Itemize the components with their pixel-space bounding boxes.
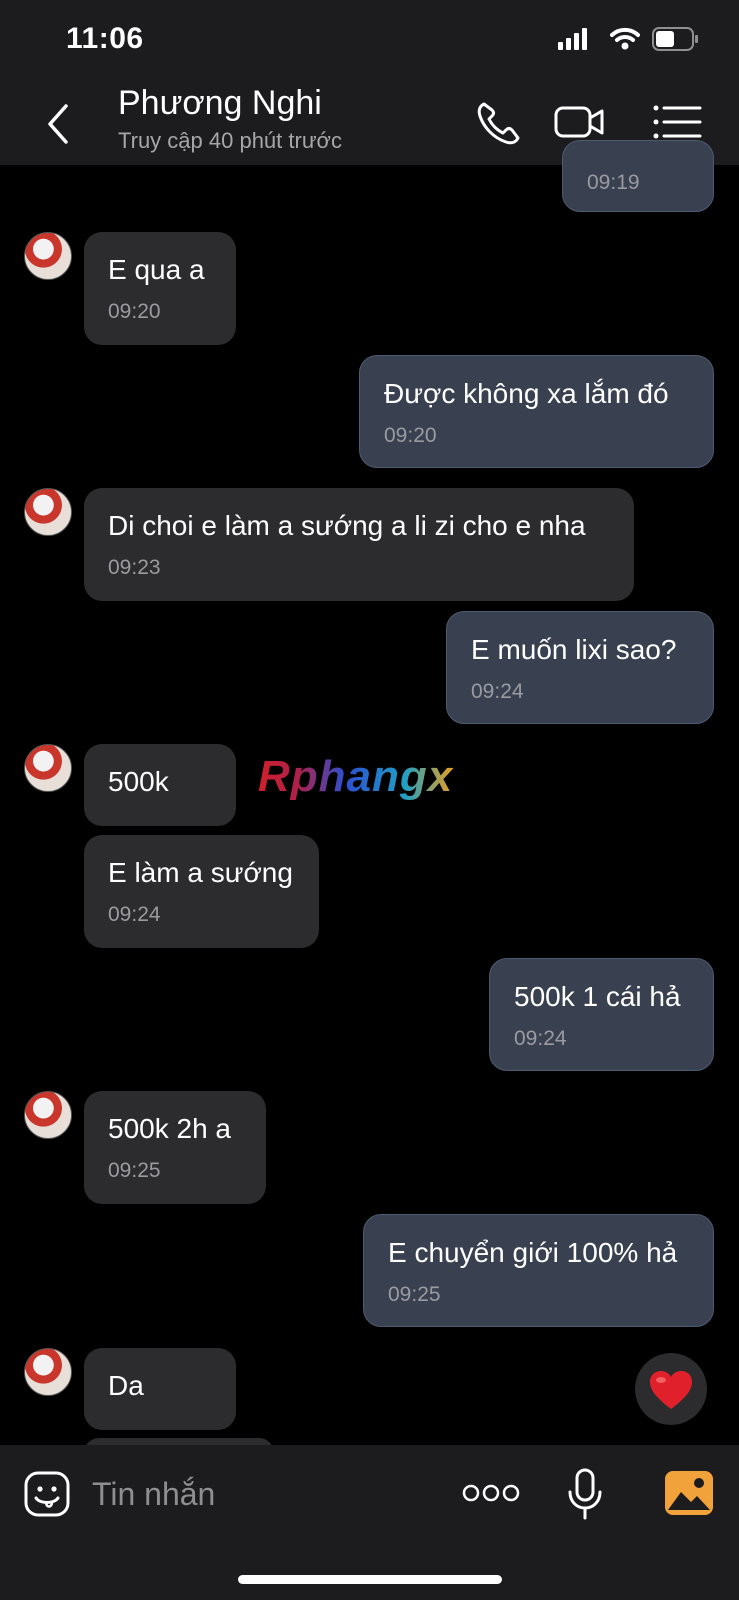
- contact-avatar[interactable]: [24, 232, 72, 280]
- battery-icon: [652, 27, 698, 51]
- message-text: 500k: [108, 766, 169, 797]
- contact-avatar[interactable]: [24, 744, 72, 792]
- contact-last-seen: Truy cập 40 phút trước: [118, 128, 342, 153]
- message-text: E làm a sướng: [108, 857, 293, 888]
- phone-call-icon[interactable]: [470, 96, 530, 148]
- status-time: 11:06: [66, 22, 144, 55]
- sticker-emoji-icon[interactable]: [24, 1471, 70, 1517]
- message-bubble[interactable]: 500k: [84, 744, 236, 826]
- message-text: E qua a: [108, 254, 205, 285]
- more-options-icon[interactable]: [462, 1482, 520, 1504]
- back-arrow-icon[interactable]: [40, 100, 80, 148]
- message-bubble[interactable]: Được không xa lắm đó 09:20: [359, 355, 714, 468]
- signal-icon: [558, 28, 587, 50]
- message-bubble[interactable]: Da: [84, 1348, 236, 1430]
- contact-avatar[interactable]: [24, 1091, 72, 1139]
- message-input[interactable]: Tin nhắn: [92, 1476, 215, 1513]
- message-time: 09:24: [514, 1027, 567, 1050]
- home-indicator: [238, 1575, 502, 1584]
- message-time: 09:20: [108, 300, 161, 323]
- message-bubble[interactable]: E muốn lixi sao? 09:24: [446, 611, 714, 724]
- message-text: Di choi e làm a sướng a li zi cho e nha: [108, 510, 586, 541]
- message-bubble[interactable]: Di choi e làm a sướng a li zi cho e nha …: [84, 488, 634, 601]
- message-text: E chuyển giới 100% hả: [388, 1237, 678, 1268]
- message-bubble[interactable]: E qua a 09:20: [84, 232, 236, 345]
- message-bubble[interactable]: 500k 2h a 09:25: [84, 1091, 266, 1204]
- message-text: E muốn lixi sao?: [471, 634, 677, 665]
- message-bubble[interactable]: 09:19: [562, 140, 714, 212]
- heart-icon[interactable]: [648, 1369, 694, 1411]
- message-time: 09:25: [108, 1159, 161, 1182]
- wifi-icon: [610, 27, 640, 50]
- message-text: 500k 2h a: [108, 1113, 231, 1144]
- message-time: 09:24: [471, 680, 524, 703]
- contact-avatar[interactable]: [24, 1348, 72, 1396]
- message-time: 09:23: [108, 556, 161, 579]
- message-text: Da: [108, 1370, 144, 1401]
- message-time: 09:20: [384, 424, 437, 447]
- message-bubble[interactable]: 500k 1 cái hả 09:24: [489, 958, 714, 1071]
- message-bubble[interactable]: E chuyển giới 100% hả 09:25: [363, 1214, 714, 1327]
- watermark: Rphangx: [258, 752, 454, 801]
- message-time: 09:24: [108, 903, 161, 926]
- message-time: 09:25: [388, 1283, 441, 1306]
- message-text: Được không xa lắm đó: [384, 378, 669, 409]
- message-time: 09:19: [587, 171, 640, 194]
- gallery-image-icon[interactable]: [664, 1470, 714, 1516]
- message-bubble[interactable]: E làm a sướng 09:24: [84, 835, 319, 948]
- message-text: 500k 1 cái hả: [514, 981, 681, 1012]
- microphone-icon[interactable]: [567, 1468, 603, 1520]
- contact-avatar[interactable]: [24, 488, 72, 536]
- contact-name[interactable]: Phương Nghi: [118, 84, 322, 123]
